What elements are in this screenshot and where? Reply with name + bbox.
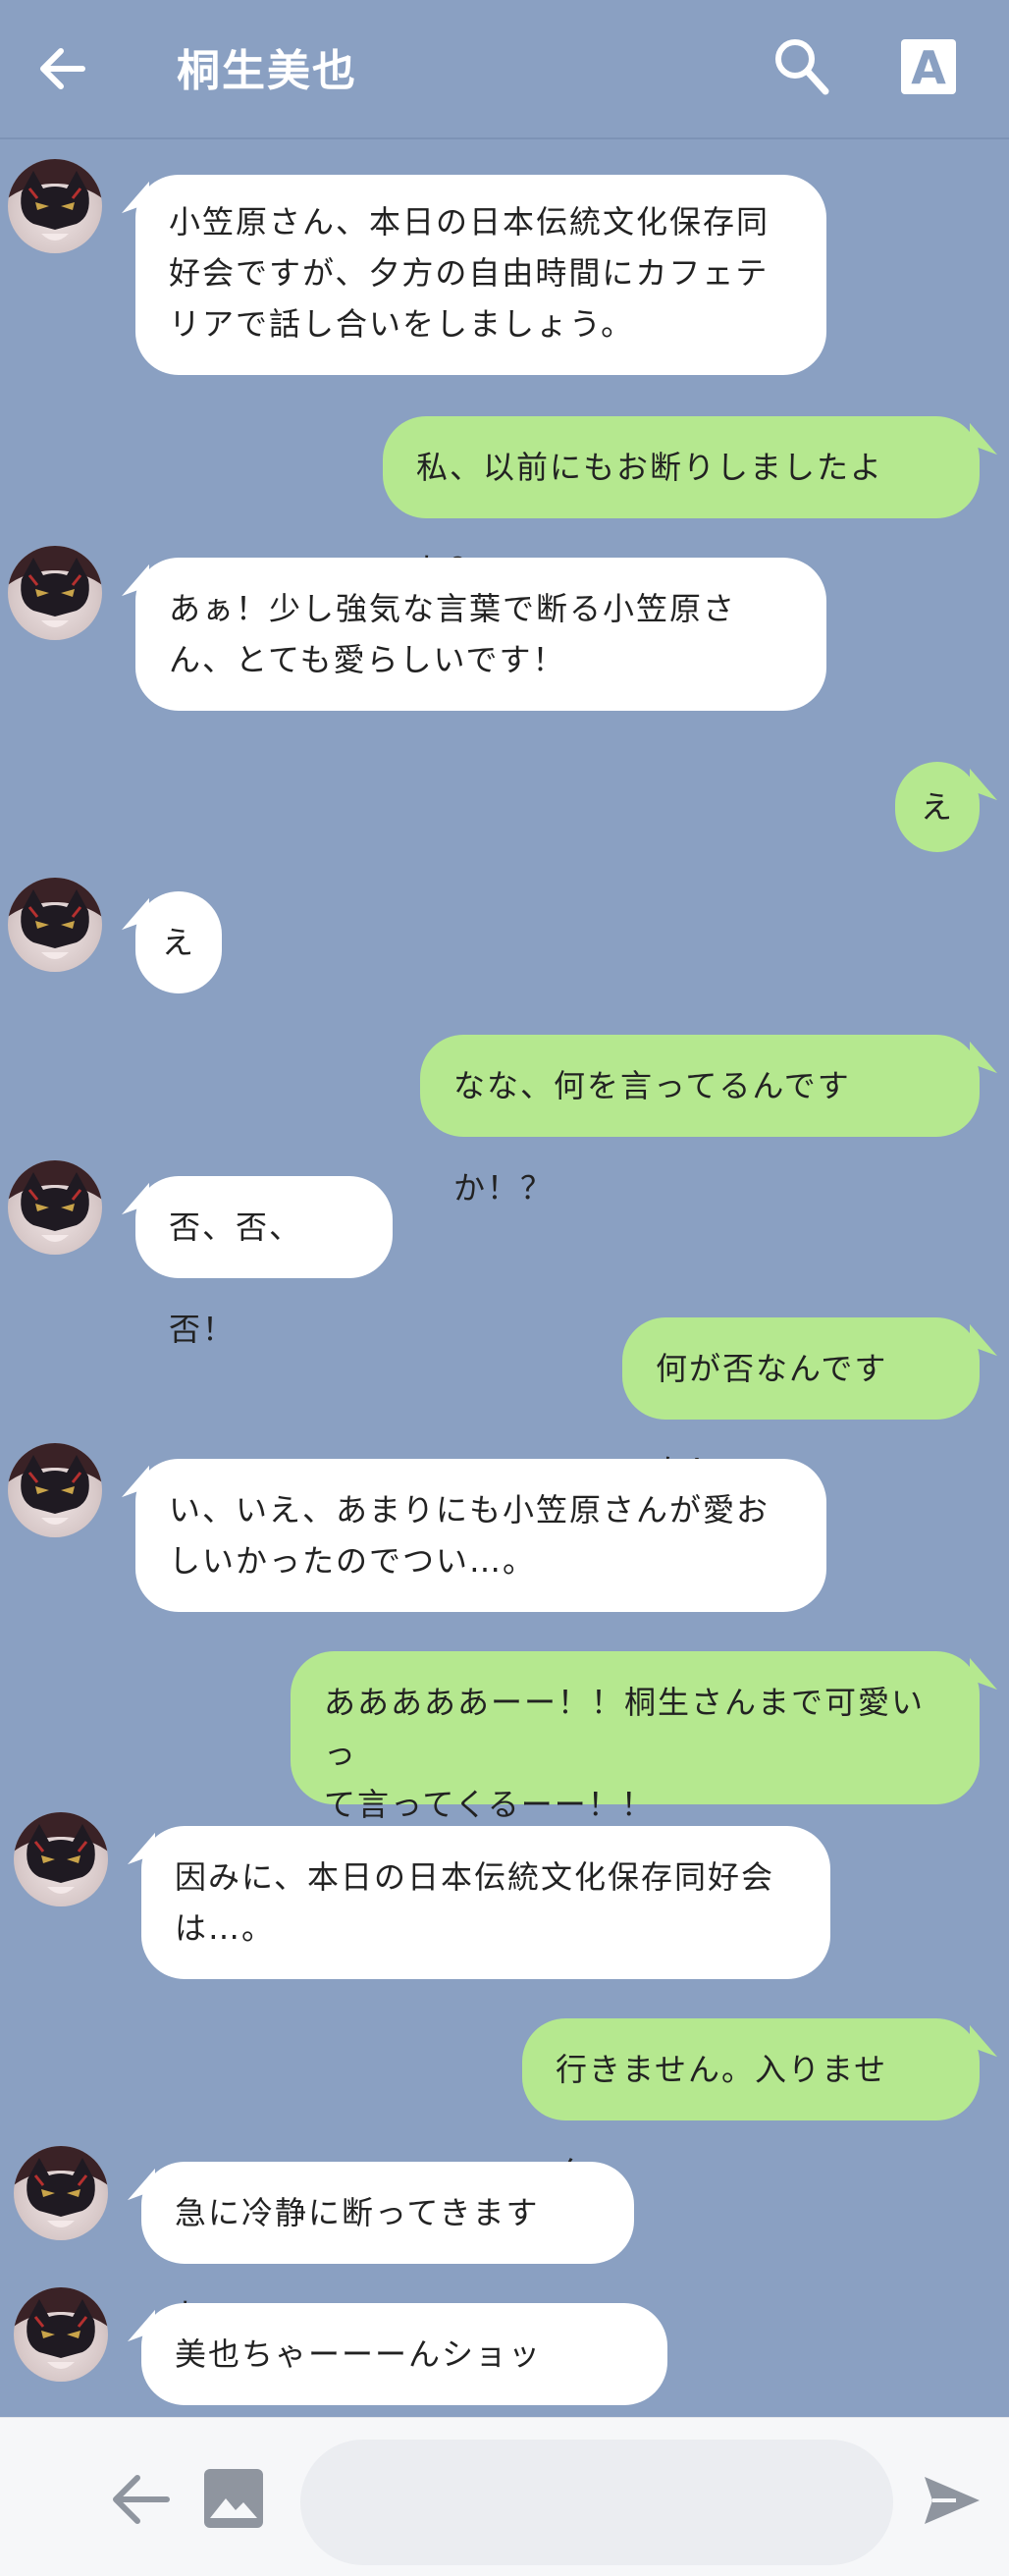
back-arrow-icon[interactable] xyxy=(33,39,92,98)
message-bubble-incoming: 小笠原さん、本日の日本伝統文化保存同 好会ですが、夕方の自由時間にカフェテ リア… xyxy=(135,175,826,375)
message-composer xyxy=(0,2417,1009,2576)
message-bubble-incoming: 美也ちゃーーーんショック！！ xyxy=(141,2303,667,2475)
message-bubble-incoming: え xyxy=(135,891,222,993)
message-bubble-incoming: 因みに、本日の日本伝統文化保存同好会 は…。 xyxy=(141,1826,830,1979)
avatar[interactable] xyxy=(8,1160,102,1255)
avatar[interactable] xyxy=(14,2287,108,2382)
avatar[interactable] xyxy=(14,2146,108,2240)
message-bubble-outgoing: え xyxy=(895,762,980,852)
avatar[interactable] xyxy=(8,878,102,972)
message-bubble-incoming: い、いえ、あまりにも小笠原さんが愛お しいかったのでつい…。 xyxy=(135,1459,826,1612)
avatar[interactable] xyxy=(8,546,102,640)
avatar[interactable] xyxy=(8,159,102,253)
message-bubble-incoming: 否、否、否！ xyxy=(135,1176,393,1348)
message-bubble-incoming: 急に冷静に断ってきますね。 xyxy=(141,2162,634,2334)
send-icon[interactable] xyxy=(923,2475,982,2526)
message-bubble-outgoing: 私、以前にもお断りしましたよね？ xyxy=(383,416,980,588)
image-icon[interactable] xyxy=(202,2467,265,2530)
message-bubble-incoming: あぁ！少し強気な言葉で断る小笠原さ ん、とても愛らしいです！ xyxy=(135,558,826,711)
avatar[interactable] xyxy=(14,1812,108,1906)
search-icon[interactable] xyxy=(771,35,830,98)
arrow-left-icon[interactable] xyxy=(110,2472,173,2527)
avatar[interactable] xyxy=(8,1443,102,1537)
message-input[interactable] xyxy=(300,2440,893,2565)
message-bubble-outgoing: 何が否なんですか！ xyxy=(622,1317,980,1489)
message-bubble-outgoing: あああああーー！！桐生さんまで可愛いっ て言ってくるーー！！ xyxy=(291,1651,980,1823)
font-size-button[interactable]: A xyxy=(901,39,956,94)
message-bubble-outgoing: 行きません。入りません。 xyxy=(522,2018,980,2190)
chat-header: 桐生美也 A xyxy=(0,0,1009,139)
contact-name: 桐生美也 xyxy=(177,46,357,96)
message-bubble-outgoing: なな、何を言ってるんですか！？ xyxy=(420,1035,980,1207)
